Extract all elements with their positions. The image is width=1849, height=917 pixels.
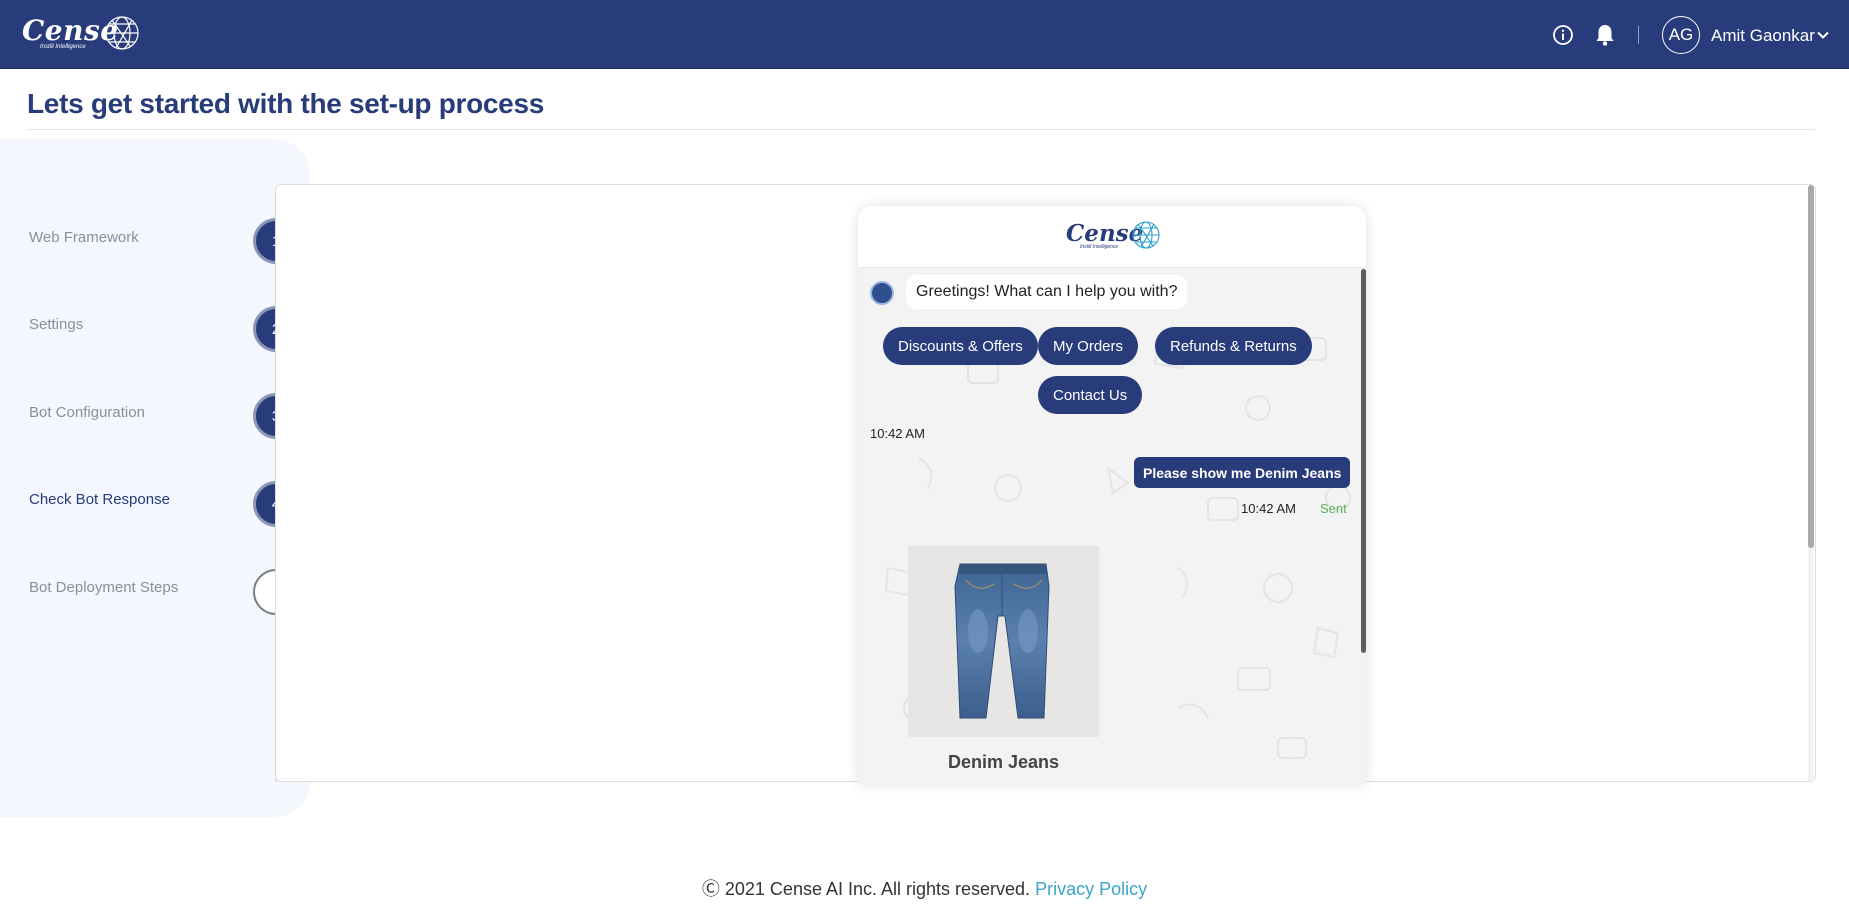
quick-reply-refunds-returns[interactable]: Refunds & Returns bbox=[1155, 327, 1312, 365]
user-name[interactable]: Amit Gaonkar bbox=[1711, 26, 1815, 46]
privacy-policy-link[interactable]: Privacy Policy bbox=[1035, 879, 1147, 899]
main-scrollbar-thumb[interactable] bbox=[1808, 185, 1814, 548]
chat-logo-tagline: Instill Intelligence bbox=[1080, 244, 1119, 250]
chat-scrollbar-thumb[interactable] bbox=[1361, 269, 1366, 653]
chevron-down-icon[interactable] bbox=[1817, 31, 1829, 39]
logo-tagline: Instill Intelligence bbox=[40, 44, 86, 50]
bot-avatar bbox=[870, 281, 894, 305]
quick-reply-my-orders[interactable]: My Orders bbox=[1038, 327, 1139, 365]
footer-copyright: Ⓒ 2021 Cense AI Inc. All rights reserved… bbox=[701, 879, 1031, 899]
user-message-time: 10:42 AM bbox=[1241, 501, 1296, 516]
step-label-settings[interactable]: Settings bbox=[29, 316, 83, 333]
quick-reply-discounts-offers[interactable]: Discounts & Offers bbox=[883, 327, 1038, 365]
quick-reply-contact-us[interactable]: Contact Us bbox=[1038, 376, 1143, 414]
info-icon[interactable] bbox=[1552, 24, 1574, 46]
title-divider bbox=[27, 129, 1815, 130]
navbar-divider bbox=[1638, 26, 1639, 44]
bot-message-time: 10:42 AM bbox=[870, 426, 925, 441]
message-status: Sent bbox=[1320, 501, 1347, 516]
page-title: Lets get started with the set-up process bbox=[27, 88, 544, 119]
step-label-bot-deployment-steps[interactable]: Bot Deployment Steps bbox=[29, 579, 178, 596]
bell-icon[interactable] bbox=[1594, 23, 1616, 47]
chat-header: Cense Instill Intelligence bbox=[858, 206, 1366, 268]
cense-logo[interactable]: Cense Instill Intelligence bbox=[22, 12, 142, 56]
product-name: Denim Jeans bbox=[947, 752, 1060, 772]
footer: Ⓒ 2021 Cense AI Inc. All rights reserved… bbox=[0, 875, 1849, 901]
globe-icon bbox=[1132, 221, 1160, 249]
jeans-illustration bbox=[954, 563, 1050, 719]
step-label-web-framework[interactable]: Web Framework bbox=[29, 229, 139, 246]
chat-logo: Cense Instill Intelligence bbox=[1066, 220, 1166, 256]
step-label-bot-configuration[interactable]: Bot Configuration bbox=[29, 404, 145, 421]
top-navbar: Cense Instill Intelligence AG Amit Gaonk… bbox=[0, 0, 1849, 69]
avatar[interactable]: AG bbox=[1662, 16, 1700, 54]
bot-greeting-message: Greetings! What can I help you with? bbox=[906, 275, 1188, 309]
step-label-check-bot-response[interactable]: Check Bot Response bbox=[29, 491, 170, 508]
user-message: Please show me Denim Jeans bbox=[1134, 457, 1351, 488]
globe-icon bbox=[105, 16, 139, 50]
denim-jeans-image[interactable] bbox=[908, 546, 1099, 737]
